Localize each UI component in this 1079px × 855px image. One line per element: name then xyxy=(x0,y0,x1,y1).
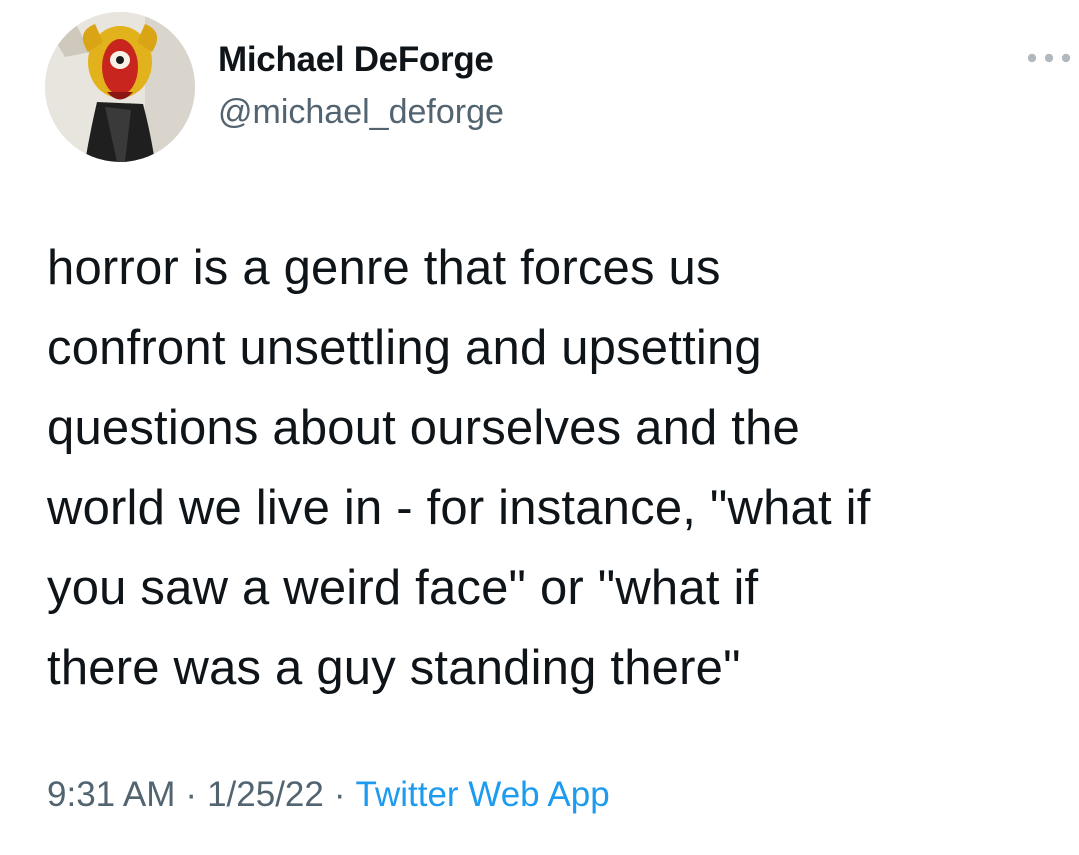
tweet-meta: 9:31 AM · 1/25/22 · Twitter Web App xyxy=(47,775,610,815)
tweet-text: horror is a genre that forces us confron… xyxy=(47,241,871,695)
meta-separator: · xyxy=(333,775,346,814)
tweet-source-link[interactable]: Twitter Web App xyxy=(356,775,610,814)
author-handle[interactable]: @michael_deforge xyxy=(218,93,504,132)
tweet-date[interactable]: 1/25/22 xyxy=(207,775,324,814)
more-dots-icon xyxy=(1027,53,1071,63)
tweet-time[interactable]: 9:31 AM xyxy=(47,775,175,814)
meta-separator: · xyxy=(185,775,198,814)
author-display-name[interactable]: Michael DeForge xyxy=(218,40,494,80)
avatar[interactable] xyxy=(45,12,195,162)
more-options-button[interactable] xyxy=(1024,46,1074,70)
tweet-card: Michael DeForge @michael_deforge horror … xyxy=(0,0,1079,855)
avatar-photo-icon xyxy=(45,12,195,162)
